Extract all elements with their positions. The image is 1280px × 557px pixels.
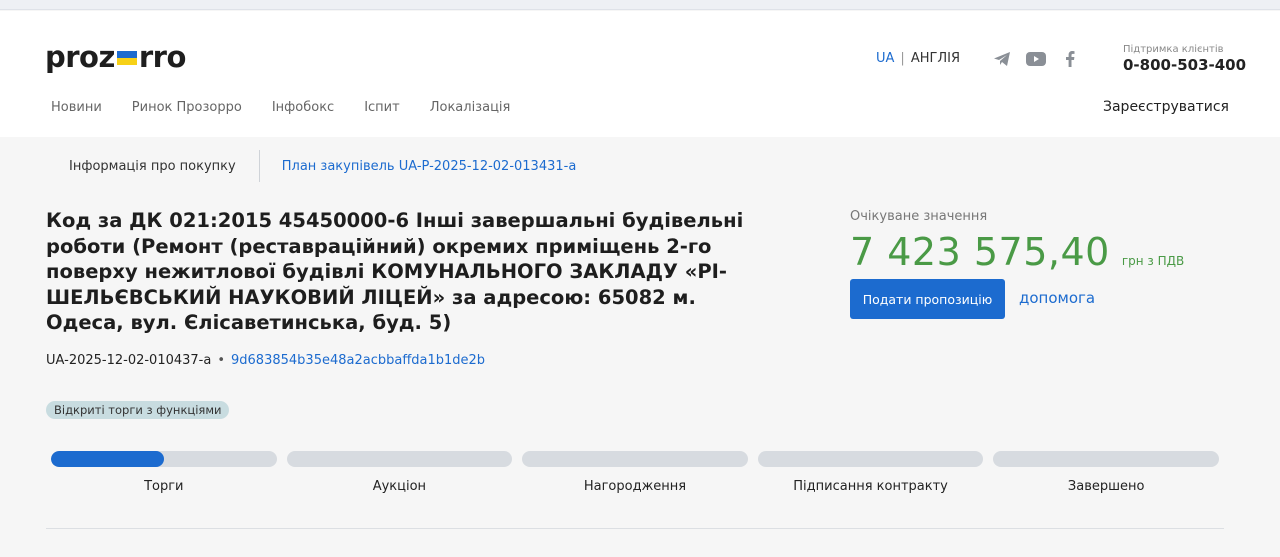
prozorro-logo[interactable]: proz rro: [45, 39, 186, 75]
nav-item-localization[interactable]: Локалізація: [430, 100, 511, 115]
stage-progress-bar: [522, 451, 748, 467]
lang-separator: |: [900, 51, 905, 66]
tender-title: Код за ДК 021:2015 45450000-6 Інші завер…: [46, 209, 744, 334]
main-nav: Новини Ринок Прозорро Інфобокс Іспит Лок…: [51, 100, 510, 115]
support-phone[interactable]: 0-800-503-400: [1123, 56, 1246, 74]
browser-top-strip: [0, 0, 1280, 10]
logo-text-end: rro: [138, 40, 187, 74]
nav-item-news[interactable]: Новини: [51, 100, 102, 115]
stage-progress-bar: [993, 451, 1219, 467]
stage-progress-fill: [51, 451, 164, 467]
tab-purchase-info[interactable]: Інформація про покупку: [46, 150, 260, 182]
support-label: Підтримка клієнтів: [1123, 44, 1224, 55]
purchase-tabs: Інформація про покупку План закупівель U…: [46, 150, 598, 182]
telegram-icon[interactable]: [992, 49, 1012, 69]
stage-label: Торги: [144, 479, 184, 494]
procedure-type-badge: Відкриті торги з функціями: [46, 401, 230, 419]
site-header: proz rro UA | АНГЛІЯ Підтримка клієнтів …: [0, 11, 1280, 137]
id-separator: •: [217, 353, 226, 368]
stage-label: Підписання контракту: [793, 479, 948, 494]
language-switcher: UA | АНГЛІЯ: [876, 51, 960, 66]
nav-item-market[interactable]: Ринок Прозорро: [132, 100, 242, 115]
stage-award: Нагородження: [522, 451, 748, 494]
youtube-icon[interactable]: [1026, 49, 1046, 69]
stage-progress-bar: [51, 451, 277, 467]
lang-ua[interactable]: UA: [876, 51, 894, 66]
social-links: [992, 49, 1080, 69]
logo-text-start: proz: [45, 40, 115, 74]
tender-id: UA-2025-12-02-010437-a: [46, 353, 212, 368]
stage-label: Завершено: [1067, 479, 1145, 494]
stage-auction: Аукціон: [286, 451, 513, 494]
stage-progress-bar: [757, 451, 984, 467]
tender-hash-link[interactable]: 9d683854b35e48a2acbbaffda1b1de2b: [231, 353, 485, 368]
expected-value: 7 423 575,40 грн з ПДВ: [850, 230, 1184, 274]
stage-completed: Завершено: [993, 451, 1219, 494]
section-divider: [46, 528, 1224, 529]
tender-identifiers: UA-2025-12-02-010437-a • 9d683854b35e48a…: [46, 353, 485, 368]
customer-support: Підтримка клієнтів 0-800-503-400: [1123, 44, 1246, 74]
tab-procurement-plan[interactable]: План закупівель UA-P-2025-12-02-013431-a: [260, 159, 599, 174]
submit-bid-button[interactable]: Подати пропозицію: [850, 279, 1005, 319]
expected-value-label: Очікуване значення: [850, 209, 988, 224]
help-link[interactable]: допомога: [1019, 289, 1095, 307]
stage-contract-signing: Підписання контракту: [757, 451, 984, 494]
stage-label: Аукціон: [372, 479, 427, 494]
tender-stages: Торги Аукціон Нагородження Підписання ко…: [51, 451, 1219, 494]
expected-amount: 7 423 575,40: [850, 230, 1110, 274]
nav-item-exam[interactable]: Іспит: [364, 100, 400, 115]
stage-progress-bar: [286, 451, 513, 467]
register-link[interactable]: Зареєструватися: [1103, 99, 1229, 115]
nav-item-infobox[interactable]: Інфобокс: [272, 100, 334, 115]
ukraine-flag-icon: [116, 51, 137, 65]
facebook-icon[interactable]: [1060, 49, 1080, 69]
expected-currency: грн з ПДВ: [1121, 254, 1185, 268]
stage-label: Нагородження: [583, 479, 687, 494]
stage-bidding: Торги: [51, 451, 277, 494]
lang-alt[interactable]: АНГЛІЯ: [911, 51, 960, 66]
